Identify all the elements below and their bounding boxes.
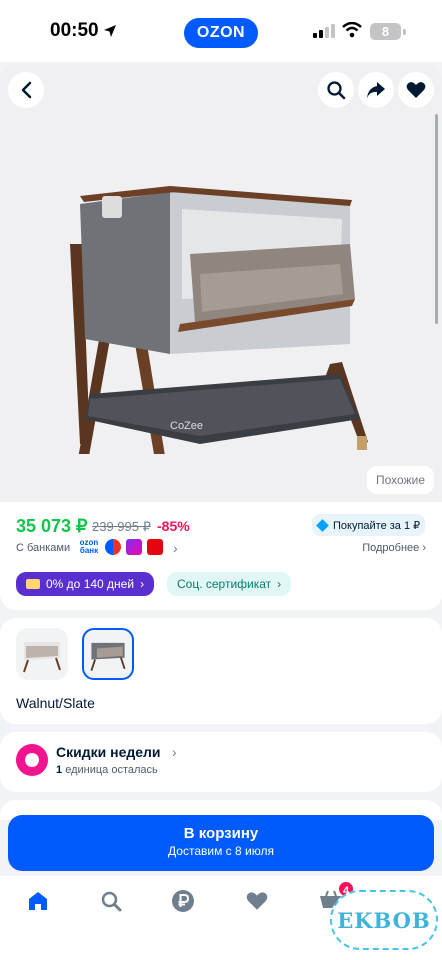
- share-icon: [367, 82, 385, 98]
- variant-card: Walnut/Slate: [0, 618, 442, 724]
- bank-logo-3: [147, 539, 163, 555]
- search-button[interactable]: [318, 72, 354, 108]
- old-price: 239 995 ₽: [92, 519, 151, 534]
- back-button[interactable]: [8, 72, 44, 108]
- variant-thumb-2[interactable]: [82, 628, 134, 680]
- heart-icon: [246, 892, 268, 910]
- chevron-right-icon[interactable]: ›: [173, 540, 178, 556]
- status-bar: 00:50 OZON 8: [0, 0, 442, 62]
- deals-title: Скидки недели: [56, 744, 161, 760]
- installment-label: 0% до 140 дней: [46, 577, 135, 591]
- delivery-date-text: Доставим с 8 июля: [168, 844, 274, 858]
- price-card: 35 073 ₽ 239 995 ₽ -85% Покупайте за 1 ₽…: [0, 502, 442, 610]
- battery-tip: [403, 29, 406, 35]
- chevron-right-icon: ›: [140, 577, 145, 591]
- card-icon: [26, 579, 40, 589]
- share-button[interactable]: [358, 72, 394, 108]
- gallery-scrollbar[interactable]: [435, 114, 438, 324]
- svg-text:CoZee: CoZee: [170, 420, 203, 432]
- ozon-logo[interactable]: OZON: [184, 18, 258, 48]
- catalog-search-icon: [101, 891, 122, 912]
- favorite-button[interactable]: [398, 72, 434, 108]
- buy-for-1-button[interactable]: Покупайте за 1 ₽: [312, 514, 425, 536]
- chevron-right-icon: ›: [172, 744, 177, 760]
- signal-icon: [313, 24, 335, 38]
- bank-logo-1: [105, 539, 121, 555]
- search-icon: [327, 81, 346, 100]
- details-link[interactable]: Подробнее ›: [362, 542, 426, 554]
- variant-thumb-image: [90, 642, 126, 671]
- tab-catalog[interactable]: [98, 888, 124, 914]
- wifi-icon: [342, 22, 362, 38]
- ozon-bank-logo: ozon банк: [79, 538, 99, 555]
- bank-logo-2: [126, 539, 142, 555]
- status-time: 00:50: [50, 20, 99, 41]
- buy-for-1-label: Покупайте за 1 ₽: [333, 519, 421, 532]
- current-price: 35 073 ₽: [16, 516, 88, 536]
- deals-stock-text: 1 единица осталась: [56, 764, 158, 776]
- product-gallery[interactable]: CoZee Похожие: [0, 64, 442, 502]
- discount-badge: -85%: [157, 518, 190, 534]
- back-icon: [21, 81, 32, 99]
- battery-indicator: 8: [370, 23, 401, 40]
- with-banks-label: С банками: [16, 542, 71, 554]
- deals-count: 1: [56, 764, 63, 776]
- add-to-cart-label: В корзину: [183, 825, 259, 842]
- home-icon: [29, 892, 47, 910]
- deals-icon: [16, 744, 48, 776]
- tab-favorites[interactable]: [244, 888, 270, 914]
- watermark-text: EKBOB: [337, 907, 431, 933]
- add-to-cart-button[interactable]: В корзину Доставим с 8 июля: [8, 815, 434, 871]
- watermark-logo: EKBOB: [330, 890, 438, 950]
- deals-remaining: единица осталась: [65, 764, 158, 776]
- tab-finance[interactable]: [170, 888, 196, 914]
- bank-logos[interactable]: ozon банк: [78, 539, 163, 555]
- details-link-label: Подробнее: [362, 542, 420, 554]
- heart-icon: [406, 82, 426, 98]
- location-arrow-icon: [104, 25, 116, 37]
- variant-thumb-1[interactable]: [16, 628, 68, 680]
- variant-label: Walnut/Slate: [16, 695, 95, 711]
- certificate-label: Соц. сертификат: [177, 577, 272, 591]
- variant-thumb-image: [23, 642, 61, 673]
- chevron-right-icon: ›: [277, 577, 282, 591]
- installment-button[interactable]: 0% до 140 дней ›: [16, 572, 155, 596]
- diamond-icon: [316, 518, 329, 532]
- similar-button[interactable]: Похожие: [367, 466, 434, 494]
- certificate-button[interactable]: Соц. сертификат ›: [167, 572, 292, 596]
- ruble-icon: [172, 890, 194, 912]
- product-image: CoZee: [70, 186, 368, 454]
- deals-card[interactable]: Скидки недели › 1 единица осталась: [0, 732, 442, 792]
- tab-home[interactable]: [25, 888, 51, 914]
